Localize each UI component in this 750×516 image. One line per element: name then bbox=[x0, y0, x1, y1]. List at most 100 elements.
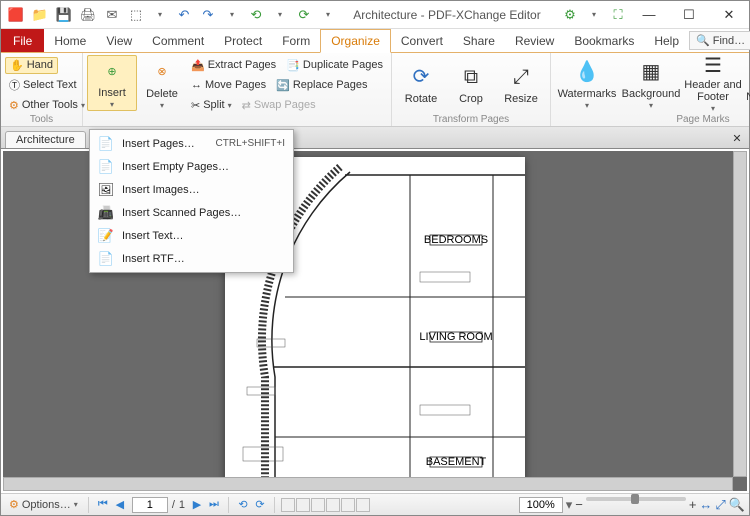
next-page-icon[interactable]: ▶ bbox=[189, 498, 205, 511]
qat-dropdown-2[interactable]: ▾ bbox=[221, 4, 243, 26]
tab-home[interactable]: Home bbox=[44, 29, 96, 52]
zoom-in-icon[interactable]: + bbox=[689, 497, 697, 513]
header-footer-button[interactable]: ☰Header and Footer▾ bbox=[683, 55, 743, 111]
watermarks-button[interactable]: 💧Watermarks▾ bbox=[555, 55, 619, 111]
nav-fwd-icon[interactable]: ⟳ bbox=[293, 4, 315, 26]
insert-button[interactable]: ⊕ Insert▾ bbox=[87, 55, 137, 111]
group-pagemarks-label: Page Marks bbox=[551, 114, 750, 125]
tab-bookmarks[interactable]: Bookmarks bbox=[564, 29, 644, 52]
zoom-slider[interactable] bbox=[586, 497, 686, 501]
page-number-input[interactable] bbox=[132, 497, 168, 513]
menu-insert-text[interactable]: 📝Insert Text… bbox=[92, 224, 291, 247]
rtf-file-icon: 📄 bbox=[98, 251, 114, 267]
tab-view[interactable]: View bbox=[96, 29, 142, 52]
resize-button[interactable]: ⤢Resize bbox=[496, 55, 546, 111]
nav-back-icon[interactable]: ⟲ bbox=[245, 4, 267, 26]
history-back-icon[interactable]: ⟲ bbox=[235, 498, 251, 511]
tab-comment[interactable]: Comment bbox=[142, 29, 214, 52]
menu-insert-images[interactable]: 🖼Insert Images… bbox=[92, 178, 291, 201]
vertical-scrollbar[interactable] bbox=[733, 151, 747, 477]
zoom-actual-icon[interactable]: 🔍 bbox=[729, 497, 745, 513]
options-button[interactable]: ⚙Options…▾ bbox=[5, 497, 82, 512]
hand-icon: ✋ bbox=[10, 59, 24, 72]
app-icon: 🟥 bbox=[5, 4, 27, 26]
fullscreen-icon[interactable]: ⛶ bbox=[607, 4, 629, 26]
move-icon: ↔ bbox=[191, 79, 202, 91]
horizontal-scrollbar[interactable] bbox=[3, 477, 733, 491]
zoom-drop[interactable]: ▾ bbox=[566, 497, 573, 513]
fit-width-icon[interactable]: ↔ bbox=[699, 497, 712, 513]
group-tools-label: Tools bbox=[1, 114, 82, 125]
nav-back-drop[interactable]: ▾ bbox=[269, 4, 291, 26]
replace-icon: 🔄 bbox=[276, 79, 290, 92]
save-icon[interactable]: 💾 bbox=[53, 4, 75, 26]
email-icon[interactable]: ✉ bbox=[101, 4, 123, 26]
zoom-input[interactable] bbox=[519, 497, 563, 513]
find-button[interactable]: 🔍Find… bbox=[689, 31, 750, 50]
text-file-icon: 📝 bbox=[98, 228, 114, 244]
last-page-icon[interactable]: ⏭ bbox=[206, 498, 222, 511]
menu-insert-empty-pages[interactable]: 📄Insert Empty Pages… bbox=[92, 155, 291, 178]
app-title: Architecture - PDF-XChange Editor bbox=[339, 8, 555, 22]
extract-pages[interactable]: 📤Extract Pages bbox=[187, 58, 280, 73]
tab-review[interactable]: Review bbox=[505, 29, 564, 52]
tabs-close-button[interactable]: ✕ bbox=[727, 128, 747, 148]
quick-access-toolbar: 🟥 📁 💾 🖨 ✉ ⬚ ▾ ↶ ↷ ▾ ⟲ ▾ ⟳ ▾ bbox=[1, 4, 339, 26]
redo-icon[interactable]: ↷ bbox=[197, 4, 219, 26]
room-label: BASEMENT bbox=[426, 456, 487, 468]
history-fwd-icon[interactable]: ⟳ bbox=[252, 498, 268, 511]
fit-page-icon[interactable]: ⤢ bbox=[715, 497, 725, 513]
document-tab[interactable]: Architecture bbox=[5, 131, 86, 148]
watermark-icon: 💧 bbox=[573, 58, 601, 86]
find-icon: 🔍 bbox=[696, 34, 710, 47]
move-pages[interactable]: ↔Move Pages bbox=[187, 78, 270, 92]
ui-options-icon[interactable]: ⚙ bbox=[559, 4, 581, 26]
insert-dropdown-menu: 📄Insert Pages…CTRL+SHIFT+I 📄Insert Empty… bbox=[89, 129, 294, 273]
empty-page-icon: 📄 bbox=[98, 159, 114, 175]
print-icon[interactable]: 🖨 bbox=[77, 4, 99, 26]
file-menu[interactable]: File bbox=[1, 29, 44, 52]
page-total: 1 bbox=[179, 499, 185, 511]
prev-page-icon[interactable]: ◀ bbox=[112, 498, 128, 511]
nav-fwd-drop[interactable]: ▾ bbox=[317, 4, 339, 26]
page-layout-icons[interactable] bbox=[281, 498, 370, 512]
other-tools[interactable]: ⚙Other Tools▾ bbox=[5, 98, 89, 113]
select-text-tool[interactable]: ⓉSelect Text bbox=[5, 76, 81, 94]
bates-button[interactable]: #Bates Numbering▾ bbox=[743, 55, 750, 111]
tab-help[interactable]: Help bbox=[644, 29, 689, 52]
hand-tool[interactable]: ✋Hand bbox=[5, 57, 58, 74]
menu-insert-scanned[interactable]: 📠Insert Scanned Pages… bbox=[92, 201, 291, 224]
background-icon: ▦ bbox=[637, 58, 665, 86]
swap-pages: ⇄Swap Pages bbox=[238, 98, 320, 113]
page-add-icon: 📄 bbox=[98, 136, 114, 152]
zoom-out-icon[interactable]: − bbox=[575, 497, 583, 513]
first-page-icon[interactable]: ⏮ bbox=[95, 498, 111, 511]
resize-icon: ⤢ bbox=[507, 63, 535, 91]
crop-button[interactable]: ⧉Crop bbox=[446, 55, 496, 111]
delete-button[interactable]: ⊗ Delete▾ bbox=[137, 55, 187, 111]
tab-convert[interactable]: Convert bbox=[391, 29, 453, 52]
close-button[interactable]: ✕ bbox=[709, 1, 749, 29]
open-icon[interactable]: 📁 bbox=[29, 4, 51, 26]
background-button[interactable]: ▦Background▾ bbox=[619, 55, 683, 111]
scanner-icon: 📠 bbox=[98, 205, 114, 221]
tab-form[interactable]: Form bbox=[272, 29, 320, 52]
crop-icon: ⧉ bbox=[457, 63, 485, 91]
text-select-icon: Ⓣ bbox=[9, 77, 20, 93]
menu-insert-rtf[interactable]: 📄Insert RTF… bbox=[92, 247, 291, 270]
replace-pages[interactable]: 🔄Replace Pages bbox=[272, 78, 371, 93]
menu-insert-pages[interactable]: 📄Insert Pages…CTRL+SHIFT+I bbox=[92, 132, 291, 155]
tab-protect[interactable]: Protect bbox=[214, 29, 272, 52]
scan-icon[interactable]: ⬚ bbox=[125, 4, 147, 26]
maximize-button[interactable]: ☐ bbox=[669, 1, 709, 29]
minimize-button[interactable]: — bbox=[629, 1, 669, 29]
qat-dropdown[interactable]: ▾ bbox=[149, 4, 171, 26]
ui-options-drop[interactable]: ▾ bbox=[583, 4, 605, 26]
duplicate-pages[interactable]: 📑Duplicate Pages bbox=[282, 58, 387, 73]
tab-share[interactable]: Share bbox=[453, 29, 505, 52]
split-pages[interactable]: ✂Split▾ bbox=[187, 98, 236, 113]
undo-icon[interactable]: ↶ bbox=[173, 4, 195, 26]
tab-organize[interactable]: Organize bbox=[320, 29, 391, 53]
rotate-icon: ⟳ bbox=[407, 63, 435, 91]
rotate-button[interactable]: ⟳Rotate bbox=[396, 55, 446, 111]
